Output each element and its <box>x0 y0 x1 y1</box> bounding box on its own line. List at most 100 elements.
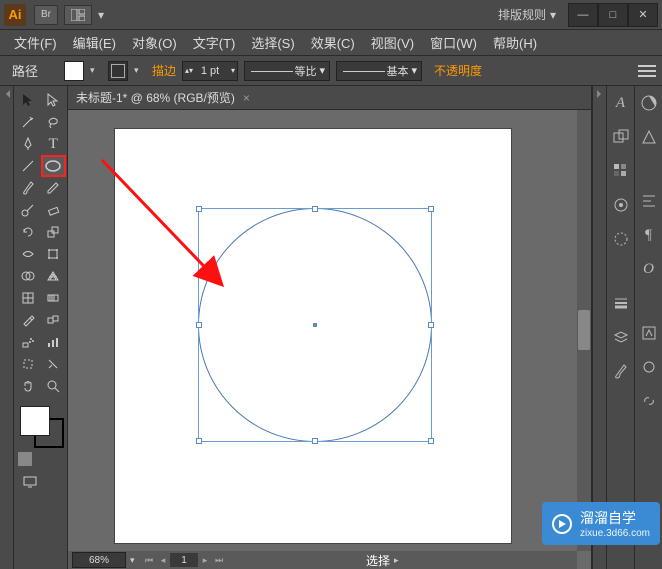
shape-builder-tool[interactable] <box>16 266 40 286</box>
blob-brush-tool[interactable] <box>16 200 40 220</box>
zoom-dd-icon[interactable]: ▾ <box>130 555 142 566</box>
color-panel-icon[interactable] <box>638 92 660 114</box>
handle-top-left[interactable] <box>196 206 202 212</box>
last-page-button[interactable]: ⏭ <box>212 553 226 567</box>
zoom-tool[interactable] <box>42 376 66 396</box>
maximize-button[interactable]: □ <box>598 3 628 27</box>
color-mode-button[interactable] <box>18 452 32 466</box>
prev-page-button[interactable]: ◂ <box>156 553 170 567</box>
handle-bottom-right[interactable] <box>428 438 434 444</box>
mesh-tool[interactable] <box>16 288 40 308</box>
stroke-dropdown-icon[interactable]: ▾ <box>134 65 146 76</box>
selection-tool[interactable] <box>16 90 40 110</box>
menu-edit[interactable]: 编辑(E) <box>65 30 124 55</box>
slice-tool[interactable] <box>42 354 66 374</box>
expand-arrow-icon <box>597 90 603 98</box>
menu-window[interactable]: 窗口(W) <box>422 30 485 55</box>
handle-middle-left[interactable] <box>196 322 202 328</box>
pen-tool[interactable] <box>16 134 40 154</box>
gradient-mode-button[interactable] <box>34 452 48 466</box>
paintbrush-tool[interactable] <box>16 178 40 198</box>
opentype-panel-icon[interactable]: O <box>638 258 660 280</box>
menu-help[interactable]: 帮助(H) <box>485 30 545 55</box>
tool-collapse-strip[interactable] <box>0 86 14 569</box>
width-tool[interactable] <box>16 244 40 264</box>
menu-select[interactable]: 选择(S) <box>243 30 302 55</box>
menu-object[interactable]: 对象(O) <box>124 30 185 55</box>
tab-close-icon[interactable]: × <box>243 91 250 105</box>
column-graph-tool[interactable] <box>42 332 66 352</box>
screen-mode-button[interactable] <box>18 472 42 492</box>
line-segment-tool[interactable] <box>16 156 40 176</box>
minimize-button[interactable]: — <box>568 3 598 27</box>
menu-effect[interactable]: 效果(C) <box>303 30 363 55</box>
menu-view[interactable]: 视图(V) <box>363 30 422 55</box>
stroke-panel-icon[interactable] <box>610 292 632 314</box>
stroke-swatch[interactable] <box>108 61 128 81</box>
type-tool[interactable]: T <box>42 134 66 154</box>
none-mode-button[interactable] <box>51 452 65 466</box>
controlbar: 路径 ▾ ▾ 描边 ▴▾ 1 pt ▾ 等比▾ 基本▾ 不透明度 <box>0 56 662 86</box>
close-button[interactable]: ✕ <box>628 3 658 27</box>
graphic-styles-panel-icon[interactable] <box>638 356 660 378</box>
handle-bottom-left[interactable] <box>196 438 202 444</box>
links-panel-icon[interactable] <box>638 390 660 412</box>
next-page-button[interactable]: ▸ <box>198 553 212 567</box>
status-dd-icon[interactable]: ▸ <box>394 555 406 566</box>
blend-tool[interactable] <box>42 310 66 330</box>
dropdown-icon[interactable]: ▾ <box>98 8 104 22</box>
scale-tool[interactable] <box>42 222 66 242</box>
transparency-panel-icon[interactable] <box>610 228 632 250</box>
pathfinder-panel-icon[interactable] <box>610 126 632 148</box>
zoom-input[interactable]: 68% <box>72 552 126 568</box>
handle-top-middle[interactable] <box>312 206 318 212</box>
align-panel-icon[interactable] <box>638 190 660 212</box>
direct-selection-tool[interactable] <box>42 90 66 110</box>
rotate-tool[interactable] <box>16 222 40 242</box>
symbols-panel-icon[interactable] <box>638 322 660 344</box>
swatches-panel-icon[interactable] <box>610 160 632 182</box>
lasso-tool[interactable] <box>42 112 66 132</box>
fill-dropdown-icon[interactable]: ▾ <box>90 65 102 76</box>
right-collapse-strip[interactable] <box>592 86 606 569</box>
vertical-scrollbar[interactable] <box>577 110 591 551</box>
hand-tool[interactable] <box>16 376 40 396</box>
free-transform-tool[interactable] <box>42 244 66 264</box>
handle-bottom-middle[interactable] <box>312 438 318 444</box>
layers-panel-icon[interactable] <box>610 326 632 348</box>
stroke-weight-input[interactable]: ▴▾ 1 pt ▾ <box>182 61 238 81</box>
eyedropper-tool[interactable] <box>16 310 40 330</box>
brush-dropdown[interactable]: 基本▾ <box>336 61 422 81</box>
brushes-panel-icon[interactable] <box>610 360 632 382</box>
handle-top-right[interactable] <box>428 206 434 212</box>
canvas[interactable]: 68% ▾ ⏮ ◂ 1 ▸ ⏭ 选择 ▸ <box>68 110 591 569</box>
symbol-sprayer-tool[interactable] <box>16 332 40 352</box>
first-page-button[interactable]: ⏮ <box>142 553 156 567</box>
panel-menu-icon[interactable] <box>638 61 656 81</box>
layout-rules-menu[interactable]: 排版规则 ▾ <box>498 6 556 23</box>
ellipse-tool[interactable] <box>42 156 66 176</box>
artboard-tool[interactable] <box>16 354 40 374</box>
paragraph-panel-icon[interactable]: ¶ <box>638 224 660 246</box>
eraser-tool[interactable] <box>42 200 66 220</box>
arrange-docs-button[interactable] <box>64 5 92 25</box>
perspective-grid-tool[interactable] <box>42 266 66 286</box>
appearance-panel-icon[interactable] <box>610 194 632 216</box>
character-panel-icon[interactable]: A <box>610 92 632 114</box>
pencil-tool[interactable] <box>42 178 66 198</box>
color-guide-panel-icon[interactable] <box>638 126 660 148</box>
stroke-label[interactable]: 描边 <box>152 62 176 79</box>
page-input[interactable]: 1 <box>170 553 198 567</box>
bridge-button[interactable]: Br <box>34 5 58 25</box>
document-tab[interactable]: 未标题-1* @ 68% (RGB/预览) × <box>68 86 591 110</box>
gradient-tool[interactable] <box>42 288 66 308</box>
menu-type[interactable]: 文字(T) <box>185 30 244 55</box>
fill-stroke-indicator[interactable] <box>20 406 64 448</box>
menu-file[interactable]: 文件(F) <box>6 30 65 55</box>
magic-wand-tool[interactable] <box>16 112 40 132</box>
opacity-label[interactable]: 不透明度 <box>434 62 482 79</box>
fill-swatch[interactable] <box>64 61 84 81</box>
width-profile-dropdown[interactable]: 等比▾ <box>244 61 330 81</box>
handle-middle-right[interactable] <box>428 322 434 328</box>
scrollbar-thumb[interactable] <box>578 310 590 350</box>
